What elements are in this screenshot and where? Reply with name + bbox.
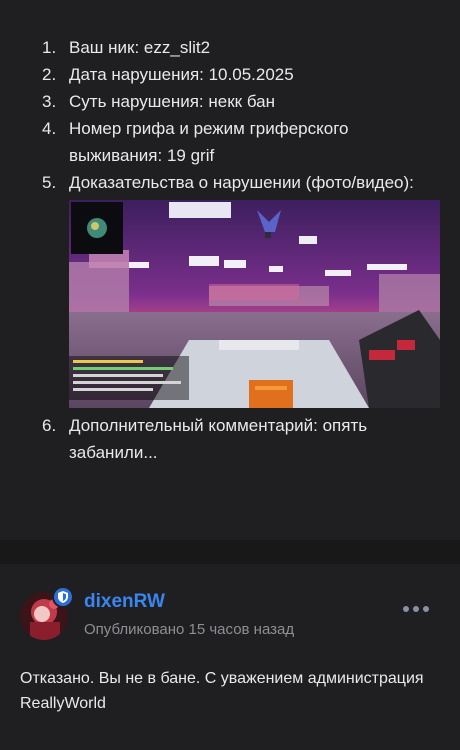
list-number: 6.	[42, 416, 57, 435]
post-divider	[0, 540, 460, 564]
shield-icon	[52, 586, 74, 608]
list-item: 2. Дата нарушения: 10.05.2025	[42, 61, 442, 88]
dot	[403, 606, 409, 612]
comment-timestamp[interactable]: Опубликовано 15 часов назад	[84, 621, 294, 638]
list-text: Суть нарушения: некк бан	[69, 92, 276, 111]
numbered-list: 1. Ваш ник: ezz_slit2 2. Дата нарушения:…	[42, 34, 442, 466]
list-item: 4. Номер грифа и режим гриферского выжив…	[42, 115, 442, 169]
list-number: 1.	[42, 38, 57, 57]
post-body: 1. Ваш ник: ezz_slit2 2. Дата нарушения:…	[0, 0, 460, 540]
dot	[423, 606, 429, 612]
list-number: 2.	[42, 65, 57, 84]
list-number: 5.	[42, 173, 57, 192]
list-text: Ваш ник: ezz_slit2	[69, 38, 211, 57]
list-item: 5. Доказательства о нарушении (фото/виде…	[42, 169, 442, 408]
list-text: Номер грифа и режим гриферского выживани…	[69, 119, 349, 165]
list-text: Дата нарушения: 10.05.2025	[69, 65, 294, 84]
evidence-screenshot[interactable]	[69, 200, 440, 408]
more-dots-icon[interactable]	[403, 602, 429, 616]
list-number: 4.	[42, 119, 57, 138]
list-item: 3. Суть нарушения: некк бан	[42, 88, 442, 115]
list-text: Доказательства о нарушении (фото/видео):	[69, 173, 414, 192]
game-screenshot-image	[69, 200, 440, 408]
dot	[413, 606, 419, 612]
comment-text: Отказано. Вы не в бане. С уважением адми…	[20, 670, 424, 712]
comment-author[interactable]: dixenRW	[84, 591, 165, 613]
comment-card: dixenRW Опубликовано 15 часов назад Отка…	[0, 564, 460, 750]
list-item: 1. Ваш ник: ezz_slit2	[42, 34, 442, 61]
list-item: 6. Дополнительный комментарий: опять заб…	[42, 412, 442, 466]
list-number: 3.	[42, 92, 57, 111]
list-text: Дополнительный комментарий: опять забани…	[69, 416, 368, 462]
